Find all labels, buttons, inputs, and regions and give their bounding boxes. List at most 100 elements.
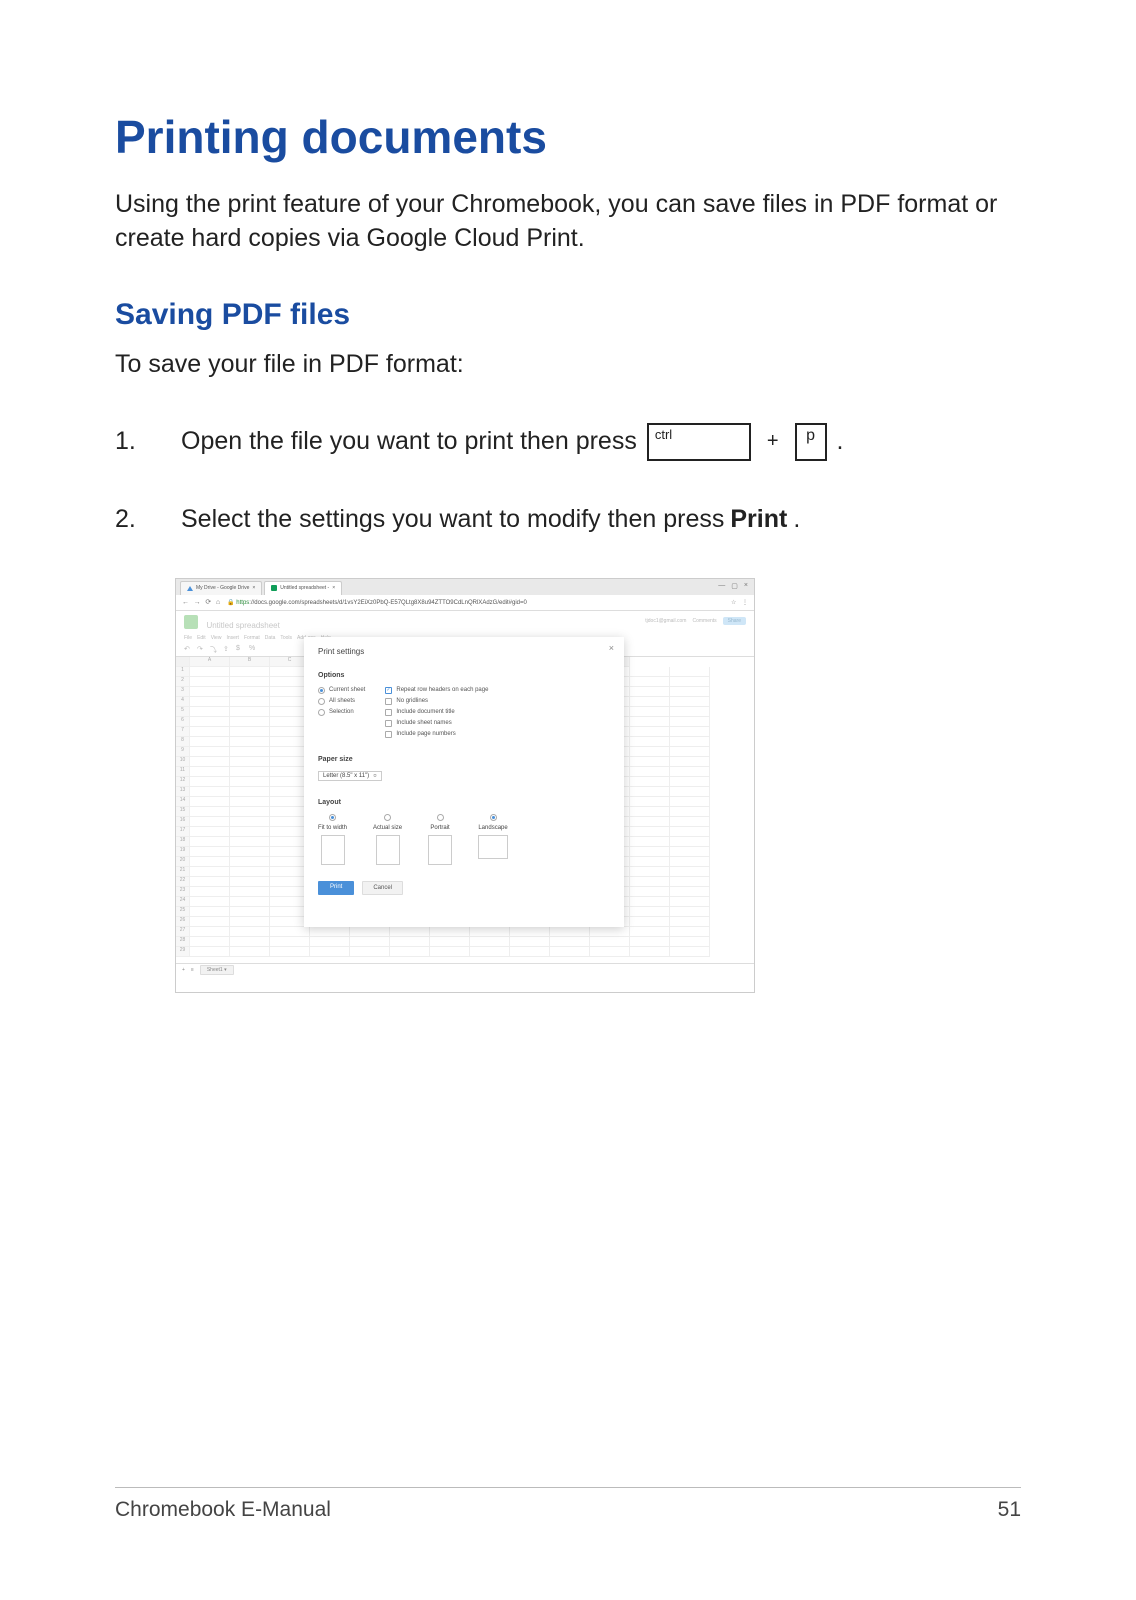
cell[interactable]	[470, 937, 510, 947]
row-header[interactable]: 16	[176, 817, 190, 827]
cell[interactable]	[630, 697, 670, 707]
cell[interactable]	[630, 727, 670, 737]
add-sheet-icon[interactable]: +	[182, 967, 185, 973]
cell[interactable]	[630, 667, 670, 677]
cell[interactable]	[630, 837, 670, 847]
minimize-icon[interactable]: —	[718, 582, 725, 590]
option-include-sheetnames[interactable]: Include sheet names	[385, 720, 488, 727]
cell[interactable]	[670, 707, 710, 717]
cell[interactable]	[190, 727, 230, 737]
url-input[interactable]: 🔒 https://docs.google.com/spreadsheets/d…	[227, 599, 723, 606]
row-header[interactable]: 25	[176, 907, 190, 917]
cell[interactable]	[310, 947, 350, 957]
cell[interactable]	[630, 787, 670, 797]
cell[interactable]	[630, 747, 670, 757]
home-icon[interactable]: ⌂	[216, 599, 220, 606]
cell[interactable]	[630, 737, 670, 747]
cell[interactable]	[230, 787, 270, 797]
cell[interactable]	[670, 807, 710, 817]
cell[interactable]	[230, 867, 270, 877]
close-icon[interactable]: ×	[744, 582, 748, 590]
cell[interactable]	[630, 917, 670, 927]
cell[interactable]	[350, 927, 390, 937]
cell[interactable]	[190, 907, 230, 917]
cell[interactable]	[630, 717, 670, 727]
row-header[interactable]: 7	[176, 727, 190, 737]
cell[interactable]	[230, 917, 270, 927]
row-header[interactable]: 14	[176, 797, 190, 807]
cell[interactable]	[190, 827, 230, 837]
option-no-gridlines[interactable]: No gridlines	[385, 698, 488, 705]
cell[interactable]	[630, 947, 670, 957]
redo-icon[interactable]: ↷	[197, 645, 205, 655]
cell[interactable]	[510, 937, 550, 947]
option-include-pagenums[interactable]: Include page numbers	[385, 731, 488, 738]
cell[interactable]	[630, 677, 670, 687]
cell[interactable]	[190, 757, 230, 767]
cell[interactable]	[670, 847, 710, 857]
layout-portrait[interactable]: Portrait	[428, 814, 452, 865]
cell[interactable]	[230, 817, 270, 827]
cell[interactable]	[230, 677, 270, 687]
cell[interactable]	[350, 937, 390, 947]
row-header[interactable]: 26	[176, 917, 190, 927]
row-header[interactable]: 28	[176, 937, 190, 947]
menu-tools[interactable]: Tools	[280, 635, 292, 641]
cell[interactable]	[230, 877, 270, 887]
cell[interactable]	[230, 947, 270, 957]
cell[interactable]	[670, 687, 710, 697]
cell[interactable]	[230, 767, 270, 777]
option-selection[interactable]: Selection	[318, 709, 365, 716]
row-header[interactable]: 29	[176, 947, 190, 957]
print-button[interactable]: Print	[318, 881, 354, 895]
cell[interactable]	[670, 857, 710, 867]
row-header[interactable]: 15	[176, 807, 190, 817]
row-header[interactable]: 22	[176, 877, 190, 887]
cell[interactable]	[590, 927, 630, 937]
cell[interactable]	[190, 947, 230, 957]
cell[interactable]	[550, 927, 590, 937]
cell[interactable]	[670, 897, 710, 907]
row-header[interactable]: 12	[176, 777, 190, 787]
cell[interactable]	[190, 797, 230, 807]
cell[interactable]	[670, 667, 710, 677]
cell[interactable]	[190, 937, 230, 947]
cell[interactable]	[190, 817, 230, 827]
cell[interactable]	[230, 747, 270, 757]
paint-icon[interactable]: ⇪	[223, 645, 231, 655]
cell[interactable]	[190, 737, 230, 747]
cell[interactable]	[230, 797, 270, 807]
tab-close-icon[interactable]: ×	[252, 585, 255, 591]
cell[interactable]	[670, 837, 710, 847]
cell[interactable]	[190, 837, 230, 847]
row-header[interactable]: 1	[176, 667, 190, 677]
row-header[interactable]: 5	[176, 707, 190, 717]
reload-icon[interactable]: ⟳	[205, 599, 211, 606]
cell[interactable]	[230, 927, 270, 937]
cell[interactable]	[190, 867, 230, 877]
cell[interactable]	[390, 947, 430, 957]
col-header[interactable]: A	[190, 657, 230, 667]
cell[interactable]	[230, 667, 270, 677]
cell[interactable]	[630, 827, 670, 837]
menu-icon[interactable]: ⋮	[742, 600, 748, 606]
back-icon[interactable]: ←	[182, 599, 189, 606]
cell[interactable]	[270, 947, 310, 957]
cell[interactable]	[230, 777, 270, 787]
paper-size-select[interactable]: Letter (8.5" x 11") ≎	[318, 771, 382, 781]
cell[interactable]	[670, 817, 710, 827]
layout-landscape[interactable]: Landscape	[478, 814, 508, 865]
row-header[interactable]: 24	[176, 897, 190, 907]
cell[interactable]	[190, 897, 230, 907]
cell[interactable]	[270, 927, 310, 937]
col-header[interactable]: B	[230, 657, 270, 667]
print-icon[interactable]: ⤵	[210, 645, 218, 655]
cell[interactable]	[630, 687, 670, 697]
cell[interactable]	[630, 777, 670, 787]
row-header[interactable]: 2	[176, 677, 190, 687]
browser-tab-sheet[interactable]: Untitled spreadsheet - ×	[264, 581, 342, 595]
cell[interactable]	[190, 667, 230, 677]
row-header[interactable]: 4	[176, 697, 190, 707]
row-header[interactable]: 20	[176, 857, 190, 867]
cell[interactable]	[310, 937, 350, 947]
